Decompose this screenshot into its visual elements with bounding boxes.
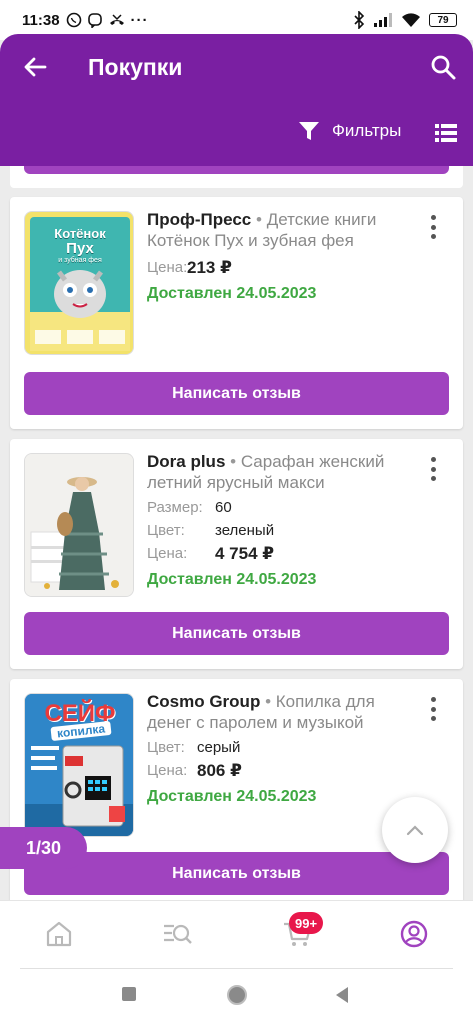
more-options-icon[interactable] [428,215,438,239]
order-card[interactable]: СЕЙФ копилка Cosmo Group • Копилка для д… [10,679,463,900]
list-view-icon[interactable] [435,123,457,143]
cart-count-badge: 99+ [289,912,324,934]
missed-call-icon [109,14,124,25]
size-label: Размер: [147,499,203,516]
order-card[interactable]: Котёнок Пух и зубная фея Проф-Пресс • Де… [10,197,463,429]
divider [20,968,453,969]
delivery-status: Доставлен 24.05.2023 [147,571,317,588]
battery-level: 79 [437,14,449,26]
separator-dot: • [265,692,272,711]
status-time: 11:38 [22,11,60,29]
filters-button[interactable]: Фильтры [298,120,401,142]
product-image-book: Котёнок Пух и зубная фея [24,211,134,355]
orders-list[interactable]: Котёнок Пух и зубная фея Проф-Пресс • Де… [0,166,473,900]
system-icons: 79 [353,11,457,29]
color-row: Цвет: зеленый [147,522,417,540]
color-label: Цвет: [147,739,185,756]
back-arrow-icon[interactable] [20,52,50,82]
page-counter: 1/30 [0,827,87,869]
price-row: Цена: 4 754 ₽ [147,545,417,563]
price-label: Цена: [147,259,188,276]
recent-apps-icon[interactable] [121,986,137,1002]
color-value: серый [197,739,241,756]
signal-icon [374,13,392,27]
separator-dot: • [230,452,237,471]
product-image-dress [24,453,134,597]
scroll-to-top-button[interactable] [382,797,448,863]
page-title: Покупки [88,54,183,80]
home-button-icon[interactable] [226,984,248,1006]
whatsapp-icon [66,12,81,28]
price-row: Цена: 806 ₽ [147,762,417,780]
price-value: 806 ₽ [197,761,242,780]
price-label: Цена: [147,762,188,779]
profile-icon[interactable] [399,919,429,949]
size-row: Размер: 60 [147,499,417,517]
wifi-icon [402,13,420,27]
home-icon[interactable] [44,919,74,949]
color-value: зеленый [215,522,275,539]
system-navigation-bar [0,968,473,1024]
color-label: Цвет: [147,522,185,539]
filters-label: Фильтры [332,121,402,140]
bluetooth-icon [354,11,365,29]
delivery-status: Доставлен 24.05.2023 [147,285,317,302]
more-options-icon[interactable] [428,697,438,721]
product-title: Cosmo Group • Копилка для денег с пароле… [147,691,417,733]
price-value: 213 ₽ [187,258,232,277]
search-icon[interactable] [430,54,456,80]
write-review-button[interactable]: Написать отзыв [24,852,449,895]
price-label: Цена: [147,545,188,562]
catalog-search-icon[interactable] [162,919,192,949]
product-title: Dora plus • Сарафан женский летний ярусн… [147,451,417,493]
viber-icon [87,13,102,28]
battery-icon: 79 [429,13,457,27]
book-cover-title-line2: Пух [66,240,94,257]
brand-name: Cosmo Group [147,692,261,711]
book-cover-title-line1: Котёнок [54,226,106,241]
chevron-up-icon [406,825,424,836]
book-cover-subtitle: и зубная фея [58,257,102,264]
back-button-icon[interactable] [334,986,350,1004]
previous-review-button-partial[interactable] [24,166,449,174]
product-image-safe: СЕЙФ копилка [24,693,134,837]
separator-dot: • [256,210,262,229]
book-cover-title: Котёнок Пух и зубная фея [25,226,133,265]
write-review-button[interactable]: Написать отзыв [24,612,449,655]
more-notifications-icon: ··· [130,11,149,29]
brand-name: Dora plus [147,452,226,471]
more-options-icon[interactable] [428,457,438,481]
safe-cover-title: СЕЙФ [44,700,116,727]
order-card[interactable]: Dora plus • Сарафан женский летний ярусн… [10,439,463,669]
color-row: Цвет: серый [147,739,417,757]
price-value: 4 754 ₽ [215,544,275,563]
app-header: Покупки Фильтры [0,34,473,166]
delivery-status: Доставлен 24.05.2023 [147,788,317,805]
write-review-button[interactable]: Написать отзыв [24,372,449,415]
bottom-navigation [0,900,473,968]
previous-order-card-partial [10,166,463,188]
price-row: Цена: 213 ₽ [147,259,417,277]
notification-icons: ··· [66,12,149,29]
product-title: Проф-Пресс • Детские книги Котёнок Пух и… [147,209,417,251]
order-info: Cosmo Group • Копилка для денег с пароле… [147,691,417,806]
brand-name: Проф-Пресс [147,210,252,229]
size-value: 60 [215,499,232,516]
order-info: Проф-Пресс • Детские книги Котёнок Пух и… [147,209,417,303]
filter-icon [299,122,319,140]
order-info: Dora plus • Сарафан женский летний ярусн… [147,451,417,589]
